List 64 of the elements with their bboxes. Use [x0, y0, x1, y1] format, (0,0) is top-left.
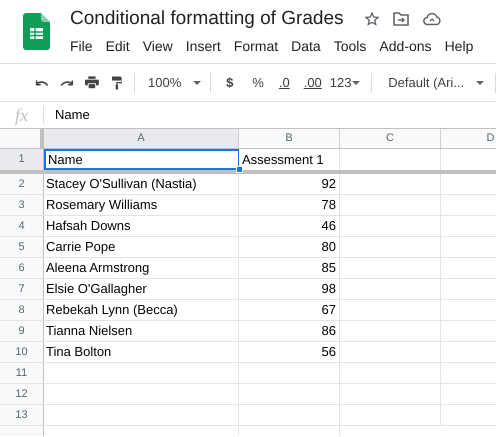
caret-icon: [352, 80, 360, 84]
row-header[interactable]: 1: [0, 149, 44, 170]
table-cell: 46: [239, 216, 340, 236]
caret-icon: [476, 80, 484, 84]
table-cell: Aleena Armstrong: [44, 258, 239, 278]
table-cell: Assessment 1: [239, 149, 340, 170]
row-header[interactable]: 8: [0, 300, 44, 320]
menu-item[interactable]: Edit: [106, 36, 130, 57]
menu-item[interactable]: Tools: [334, 36, 366, 57]
row-header[interactable]: 3: [0, 195, 44, 215]
row-header[interactable]: 5: [0, 237, 44, 257]
paint-roller-icon[interactable]: [112, 74, 122, 90]
cloud-icon[interactable]: [422, 12, 441, 26]
folder-icon[interactable]: [392, 12, 409, 26]
table-cell: 67: [239, 300, 340, 320]
fill-handle[interactable]: [236, 166, 243, 173]
menu-item[interactable]: View: [142, 36, 173, 57]
menu-item[interactable]: Format: [234, 36, 278, 57]
table-cell: 98: [239, 279, 340, 299]
table-cell: 80: [239, 237, 340, 257]
table-cell: 92: [239, 174, 340, 194]
font-dropdown[interactable]: Default (Ari...: [388, 72, 484, 92]
row-header[interactable]: 12: [0, 384, 44, 404]
row-header[interactable]: 10: [0, 342, 44, 362]
table-cell: 78: [239, 195, 340, 215]
spreadsheet-logo-icon[interactable]: [22, 13, 50, 50]
table-cell: 85: [239, 258, 340, 278]
undo-icon[interactable]: [35, 78, 49, 88]
row-header[interactable]: 6: [0, 258, 44, 278]
table-cell: Carrie Pope: [44, 237, 239, 257]
row-header[interactable]: 7: [0, 279, 44, 299]
increase-decimals-button[interactable]: .00: [304, 72, 322, 92]
percent-format-button[interactable]: %: [252, 72, 264, 92]
currency-format-button[interactable]: $: [226, 72, 234, 92]
row-header[interactable]: 9: [0, 321, 44, 341]
menu-item[interactable]: File: [70, 36, 93, 57]
table-cell: Tina Bolton: [44, 342, 239, 362]
menu-item[interactable]: Data: [291, 36, 321, 57]
menu-item[interactable]: Insert: [186, 36, 221, 57]
menu-item[interactable]: Help: [444, 36, 474, 57]
table-cell: 56: [239, 342, 340, 362]
star-icon[interactable]: [364, 11, 380, 27]
table-cell: Elsie O'Gallagher: [44, 279, 239, 299]
table-cell: 86: [239, 321, 340, 341]
caret-icon: [193, 80, 202, 84]
row-header[interactable]: 11: [0, 363, 44, 383]
table-cell: Hafsah Downs: [44, 216, 239, 236]
table-cell: Tianna Nielsen: [44, 321, 239, 341]
table-cell: Rosemary Williams: [44, 195, 239, 215]
formula-label: fx: [0, 106, 44, 124]
document-title[interactable]: Conditional formatting of Grades: [70, 4, 344, 34]
menu-item[interactable]: Add-ons: [379, 36, 432, 57]
table-cell: Rebekah Lynn (Becca): [44, 300, 239, 320]
column-header[interactable]: A: [44, 129, 239, 148]
table-cell: Stacey O'Sullivan (Nastia): [44, 174, 239, 194]
row-header[interactable]: 4: [0, 216, 44, 236]
decrease-decimals-button[interactable]: .0: [278, 72, 290, 92]
print-icon[interactable]: [84, 75, 99, 90]
row-header[interactable]: 2: [0, 174, 44, 194]
number-format-dropdown[interactable]: 123: [330, 72, 360, 92]
redo-icon[interactable]: [60, 78, 74, 88]
row-header[interactable]: 13: [0, 405, 44, 425]
formula-input[interactable]: Name: [55, 105, 90, 125]
zoom-dropdown[interactable]: 100%: [148, 72, 202, 92]
